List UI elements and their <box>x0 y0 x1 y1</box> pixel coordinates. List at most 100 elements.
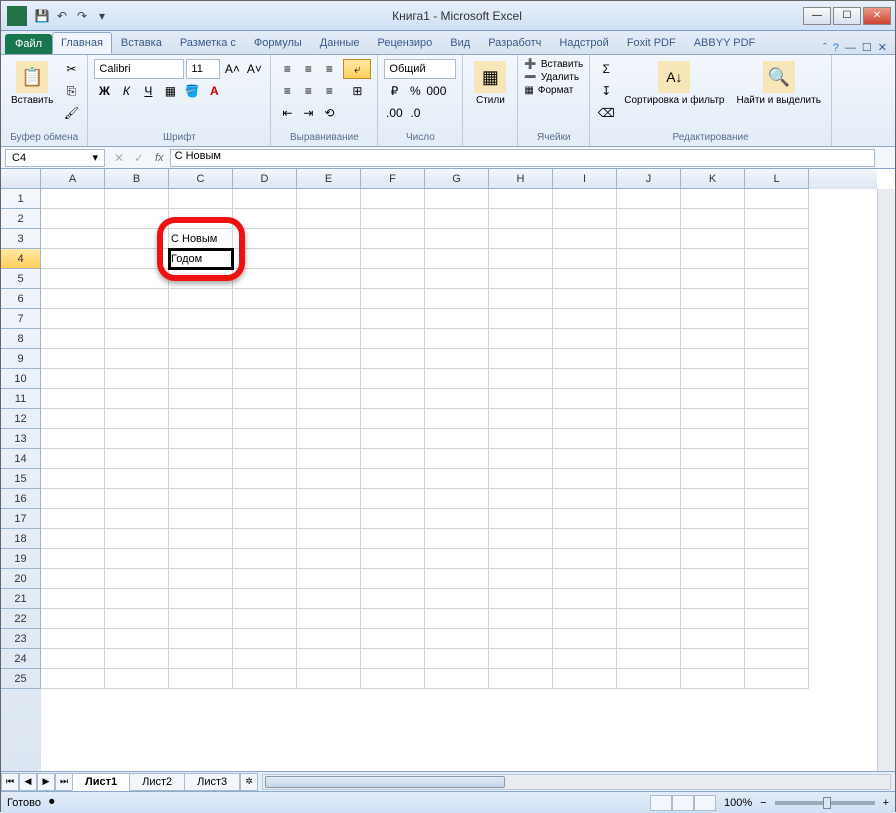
col-header-J[interactable]: J <box>617 169 681 189</box>
select-all-corner[interactable] <box>1 169 41 189</box>
cell-G1[interactable] <box>425 189 489 209</box>
cell-L18[interactable] <box>745 529 809 549</box>
delete-cells-button[interactable]: ➖Удалить <box>524 72 579 83</box>
cell-G16[interactable] <box>425 489 489 509</box>
vertical-scrollbar[interactable] <box>877 189 895 771</box>
cell-F8[interactable] <box>361 329 425 349</box>
row-header-23[interactable]: 23 <box>1 629 41 649</box>
align-center-button[interactable]: ≡ <box>298 81 318 101</box>
sheet-nav-prev[interactable]: ◀ <box>19 773 37 791</box>
cell-E18[interactable] <box>297 529 361 549</box>
cell-K8[interactable] <box>681 329 745 349</box>
save-icon[interactable]: 💾 <box>33 7 51 25</box>
cell-E16[interactable] <box>297 489 361 509</box>
cell-E1[interactable] <box>297 189 361 209</box>
row-header-13[interactable]: 13 <box>1 429 41 449</box>
row-header-22[interactable]: 22 <box>1 609 41 629</box>
cell-L24[interactable] <box>745 649 809 669</box>
cell-G24[interactable] <box>425 649 489 669</box>
percent-button[interactable]: % <box>405 81 425 101</box>
cell-F1[interactable] <box>361 189 425 209</box>
cell-J24[interactable] <box>617 649 681 669</box>
cell-L4[interactable] <box>745 249 809 269</box>
cell-B23[interactable] <box>105 629 169 649</box>
clear-button[interactable]: ⌫ <box>596 103 616 123</box>
cell-G18[interactable] <box>425 529 489 549</box>
cell-A14[interactable] <box>41 449 105 469</box>
tab-data[interactable]: Данные <box>311 32 369 54</box>
ribbon-minimize-icon[interactable]: ˆ <box>823 42 827 54</box>
cell-F17[interactable] <box>361 509 425 529</box>
cell-G21[interactable] <box>425 589 489 609</box>
cell-J14[interactable] <box>617 449 681 469</box>
cell-C21[interactable] <box>169 589 233 609</box>
cell-C7[interactable] <box>169 309 233 329</box>
row-header-16[interactable]: 16 <box>1 489 41 509</box>
cell-D3[interactable] <box>233 229 297 249</box>
cell-I24[interactable] <box>553 649 617 669</box>
cell-I8[interactable] <box>553 329 617 349</box>
cell-G15[interactable] <box>425 469 489 489</box>
italic-button[interactable]: К <box>116 81 136 101</box>
format-cells-button[interactable]: ▦Формат <box>524 85 573 96</box>
cell-B9[interactable] <box>105 349 169 369</box>
cell-A23[interactable] <box>41 629 105 649</box>
cell-C18[interactable] <box>169 529 233 549</box>
cell-H8[interactable] <box>489 329 553 349</box>
sheet-nav-next[interactable]: ▶ <box>37 773 55 791</box>
cell-F25[interactable] <box>361 669 425 689</box>
cell-C11[interactable] <box>169 389 233 409</box>
redo-icon[interactable]: ↷ <box>73 7 91 25</box>
cell-H1[interactable] <box>489 189 553 209</box>
view-page-layout-button[interactable] <box>672 795 694 811</box>
copy-button[interactable]: ⎘ <box>61 81 81 101</box>
zoom-slider[interactable] <box>775 801 875 805</box>
cell-H10[interactable] <box>489 369 553 389</box>
cell-K16[interactable] <box>681 489 745 509</box>
cell-J18[interactable] <box>617 529 681 549</box>
cell-K22[interactable] <box>681 609 745 629</box>
cell-A18[interactable] <box>41 529 105 549</box>
tab-insert[interactable]: Вставка <box>112 32 171 54</box>
cell-D23[interactable] <box>233 629 297 649</box>
cell-F18[interactable] <box>361 529 425 549</box>
cell-D12[interactable] <box>233 409 297 429</box>
cell-H24[interactable] <box>489 649 553 669</box>
cell-L3[interactable] <box>745 229 809 249</box>
mdi-restore-icon[interactable]: ☐ <box>862 41 872 54</box>
cell-E24[interactable] <box>297 649 361 669</box>
macro-record-icon[interactable]: ⏺ <box>49 796 55 809</box>
paste-button[interactable]: 📋 Вставить <box>7 59 57 108</box>
col-header-B[interactable]: B <box>105 169 169 189</box>
cell-F23[interactable] <box>361 629 425 649</box>
cell-H5[interactable] <box>489 269 553 289</box>
cell-A25[interactable] <box>41 669 105 689</box>
accounting-button[interactable]: ₽ <box>384 81 404 101</box>
cell-B7[interactable] <box>105 309 169 329</box>
row-header-10[interactable]: 10 <box>1 369 41 389</box>
cell-B17[interactable] <box>105 509 169 529</box>
align-middle-button[interactable]: ≡ <box>298 59 318 79</box>
cell-K3[interactable] <box>681 229 745 249</box>
cell-F3[interactable] <box>361 229 425 249</box>
cell-J11[interactable] <box>617 389 681 409</box>
cell-L22[interactable] <box>745 609 809 629</box>
tab-foxit[interactable]: Foxit PDF <box>618 32 685 54</box>
increase-indent-button[interactable]: ⇥ <box>298 103 318 123</box>
cell-H20[interactable] <box>489 569 553 589</box>
increase-decimal-button[interactable]: .00 <box>384 103 404 123</box>
cell-G25[interactable] <box>425 669 489 689</box>
cell-D13[interactable] <box>233 429 297 449</box>
number-format-select[interactable] <box>384 59 456 79</box>
cell-H14[interactable] <box>489 449 553 469</box>
cell-C17[interactable] <box>169 509 233 529</box>
cell-H17[interactable] <box>489 509 553 529</box>
cell-D7[interactable] <box>233 309 297 329</box>
name-box[interactable]: C4 ▾ <box>5 149 105 167</box>
cell-C8[interactable] <box>169 329 233 349</box>
cell-H2[interactable] <box>489 209 553 229</box>
row-header-18[interactable]: 18 <box>1 529 41 549</box>
cell-E14[interactable] <box>297 449 361 469</box>
cell-L21[interactable] <box>745 589 809 609</box>
cell-D19[interactable] <box>233 549 297 569</box>
